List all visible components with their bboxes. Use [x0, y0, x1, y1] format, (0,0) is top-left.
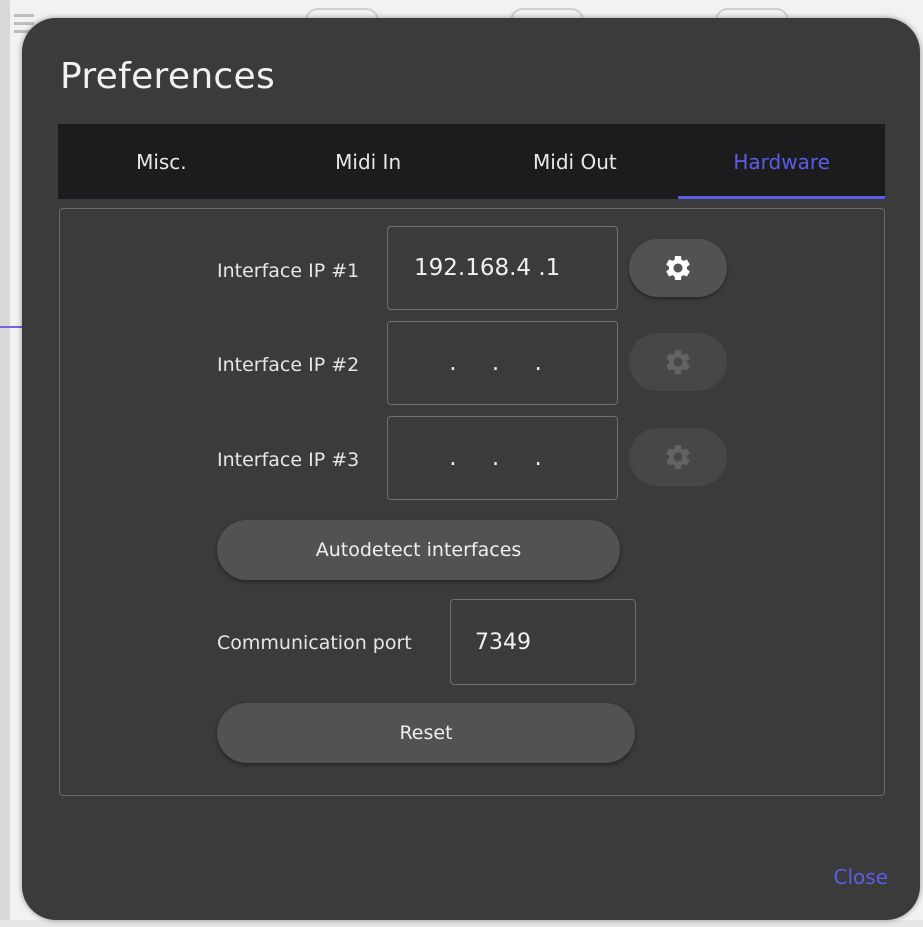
reset-button-label: Reset: [399, 722, 453, 744]
dialog-title: Preferences: [60, 56, 276, 97]
tab-misc[interactable]: Misc.: [58, 124, 265, 199]
gear-icon: [663, 442, 693, 472]
interface-ip-1-input[interactable]: 192.168.4 .1: [387, 226, 618, 310]
tab-hardware[interactable]: Hardware: [678, 124, 885, 199]
interface-ip-3-label: Interface IP #3: [217, 449, 360, 471]
gear-icon: [663, 253, 693, 283]
hamburger-menu-icon: [14, 14, 34, 17]
interface-ip-1-label: Interface IP #1: [217, 260, 360, 282]
tab-midi-out[interactable]: Midi Out: [472, 124, 679, 199]
interface-ip-2-label: Interface IP #2: [217, 354, 360, 376]
tab-label: Midi Out: [533, 149, 617, 174]
preferences-dialog: Preferences Misc. Midi In Midi Out Hardw…: [22, 18, 920, 920]
interface-ip-2-input[interactable]: . . .: [387, 321, 618, 405]
tab-label: Misc.: [136, 149, 187, 174]
background-bottom-bar: [0, 920, 923, 927]
communication-port-input[interactable]: 7349: [450, 599, 636, 685]
tab-label: Midi In: [335, 149, 402, 174]
tab-label: Hardware: [733, 149, 830, 174]
interface-ip-2-settings-button[interactable]: [629, 333, 727, 391]
close-button[interactable]: Close: [834, 865, 888, 889]
interface-ip-3-input[interactable]: . . .: [387, 416, 618, 500]
hardware-panel: Interface IP #1 192.168.4 .1 Interface I…: [59, 208, 885, 796]
autodetect-interfaces-button[interactable]: Autodetect interfaces: [217, 520, 620, 580]
autodetect-button-label: Autodetect interfaces: [315, 539, 522, 561]
gear-icon: [663, 347, 693, 377]
background-sidebar: [0, 0, 10, 927]
tab-bar: Misc. Midi In Midi Out Hardware: [58, 124, 885, 199]
interface-ip-1-settings-button[interactable]: [629, 239, 727, 297]
tab-midi-in[interactable]: Midi In: [265, 124, 472, 199]
communication-port-label: Communication port: [217, 632, 412, 654]
interface-ip-3-settings-button[interactable]: [629, 428, 727, 486]
reset-button[interactable]: Reset: [217, 703, 635, 763]
